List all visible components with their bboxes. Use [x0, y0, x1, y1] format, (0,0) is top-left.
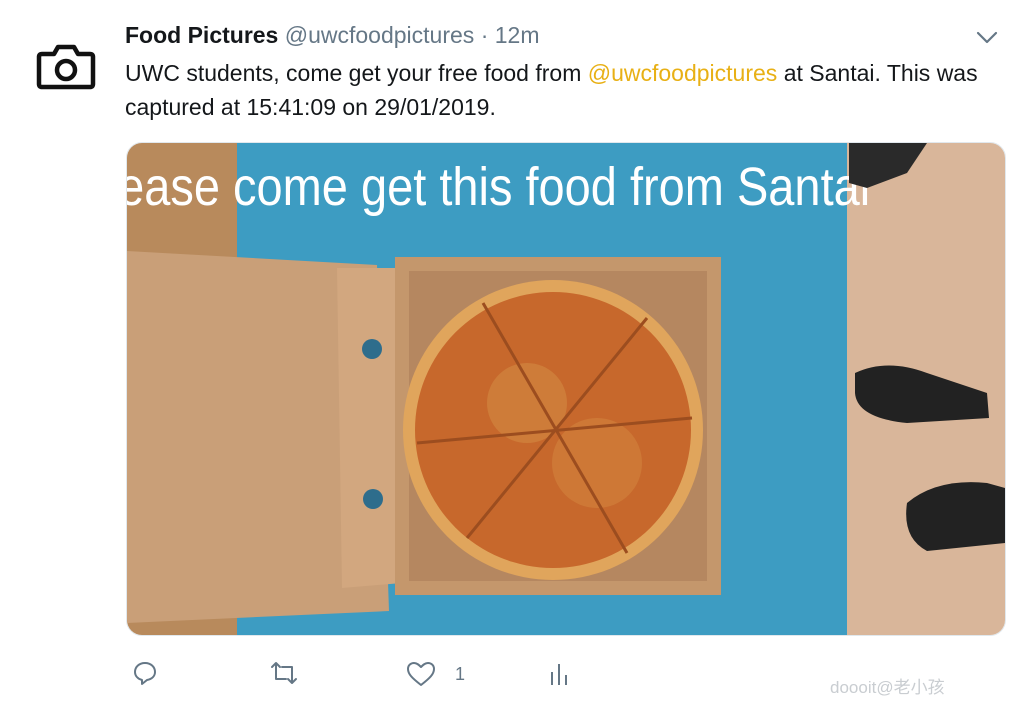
tweet-header: Food Pictures @uwcfoodpictures · 12m — [125, 22, 540, 49]
chevron-down-icon[interactable] — [976, 30, 998, 46]
mention-link[interactable]: @uwcfoodpictures — [588, 60, 778, 86]
box-flap — [337, 268, 402, 588]
like-icon[interactable] — [406, 661, 436, 687]
like-count: 1 — [455, 664, 466, 684]
tweet-photo[interactable]: Please come get this food from Santai — [126, 142, 1006, 636]
watermark: doooit@老小孩 — [830, 678, 945, 697]
pizza-cheese-b — [552, 418, 642, 508]
lid-hole-bottom — [363, 489, 383, 509]
lid-hole-top — [362, 339, 382, 359]
separator-dot: · — [480, 22, 489, 48]
pizza-photo: Please come get this food from Santai — [127, 143, 1005, 635]
tweet-text-start: UWC students, come get your free food fr… — [125, 60, 588, 86]
analytics-icon[interactable] — [548, 662, 570, 686]
display-name[interactable]: Food Pictures — [125, 22, 278, 48]
user-handle[interactable]: @uwcfoodpictures — [285, 22, 475, 48]
tweet-time[interactable]: 12m — [495, 22, 540, 48]
sign-text: Please come get this food from Santai — [127, 156, 870, 217]
tweet-text: UWC students, come get your free food fr… — [125, 56, 1005, 124]
reply-icon[interactable] — [132, 660, 158, 686]
retweet-icon[interactable] — [268, 661, 300, 685]
camera-icon[interactable] — [36, 40, 96, 90]
